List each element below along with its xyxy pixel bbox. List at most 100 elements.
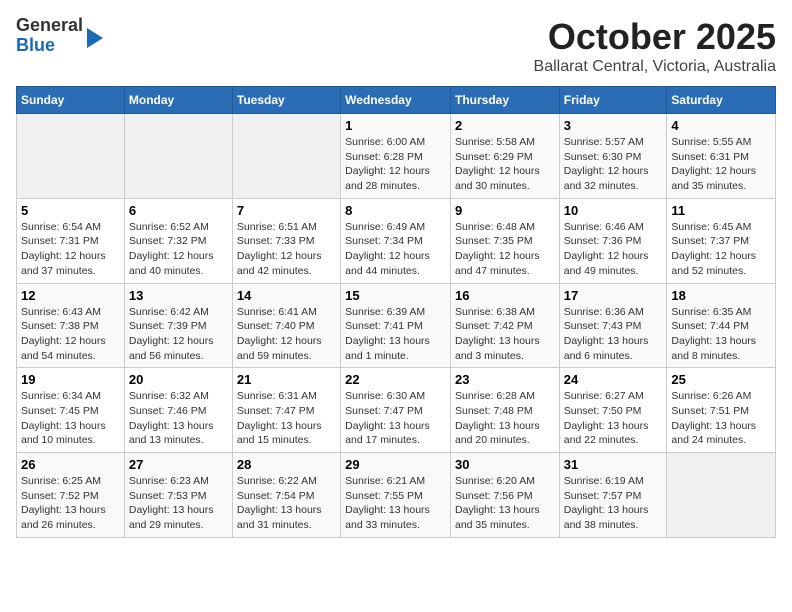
logo-blue: Blue	[16, 36, 83, 56]
calendar-cell: 3Sunrise: 5:57 AMSunset: 6:30 PMDaylight…	[559, 114, 667, 199]
calendar-cell: 19 Sunrise: 6:34 AMSunset: 7:45 PMDayligh…	[17, 368, 125, 453]
calendar-table: SundayMondayTuesdayWednesdayThursdayFrid…	[16, 86, 776, 538]
day-content: Sunrise: 6:39 AMSunset: 7:41 PMDaylight:…	[345, 305, 446, 364]
calendar-cell: 15 Sunrise: 6:39 AMSunset: 7:41 PMDayligh…	[341, 283, 451, 368]
day-number: 27	[129, 457, 228, 472]
calendar-cell: 10 Sunrise: 6:46 AMSunset: 7:36 PMDayligh…	[559, 198, 667, 283]
calendar-title: October 2025	[534, 16, 776, 58]
day-content: Sunrise: 6:32 AMSunset: 7:46 PMDaylight:…	[129, 389, 228, 448]
day-content: Sunrise: 5:57 AMSunset: 6:30 PMDaylight:…	[564, 135, 663, 194]
calendar-cell	[124, 114, 232, 199]
day-number: 15	[345, 288, 446, 303]
day-number: 25	[671, 372, 771, 387]
day-number: 30	[455, 457, 555, 472]
calendar-cell	[17, 114, 125, 199]
header-day-tuesday: Tuesday	[232, 87, 340, 114]
day-content: Sunrise: 6:23 AMSunset: 7:53 PMDaylight:…	[129, 474, 228, 533]
day-number: 24	[564, 372, 663, 387]
day-number: 20	[129, 372, 228, 387]
calendar-cell: 26 Sunrise: 6:25 AMSunset: 7:52 PMDayligh…	[17, 453, 125, 538]
day-number: 17	[564, 288, 663, 303]
day-number: 2	[455, 118, 555, 133]
logo: General Blue	[16, 16, 103, 56]
calendar-cell: 30 Sunrise: 6:20 AMSunset: 7:56 PMDayligh…	[450, 453, 559, 538]
day-number: 28	[237, 457, 336, 472]
day-number: 22	[345, 372, 446, 387]
day-content: Sunrise: 6:52 AMSunset: 7:32 PMDaylight:…	[129, 220, 228, 279]
calendar-cell: 22Sunrise: 6:30 AMSunset: 7:47 PMDayligh…	[341, 368, 451, 453]
day-content: Sunrise: 6:41 AMSunset: 7:40 PMDaylight:…	[237, 305, 336, 364]
day-content: Sunrise: 6:28 AMSunset: 7:48 PMDaylight:…	[455, 389, 555, 448]
header-day-thursday: Thursday	[450, 87, 559, 114]
calendar-cell: 1Sunrise: 6:00 AMSunset: 6:28 PMDaylight…	[341, 114, 451, 199]
calendar-cell: 28 Sunrise: 6:22 AMSunset: 7:54 PMDayligh…	[232, 453, 340, 538]
day-number: 14	[237, 288, 336, 303]
calendar-body: 1Sunrise: 6:00 AMSunset: 6:28 PMDaylight…	[17, 114, 776, 538]
calendar-cell: 24Sunrise: 6:27 AMSunset: 7:50 PMDayligh…	[559, 368, 667, 453]
week-row-3: 12Sunrise: 6:43 AMSunset: 7:38 PMDayligh…	[17, 283, 776, 368]
calendar-cell: 7Sunrise: 6:51 AMSunset: 7:33 PMDaylight…	[232, 198, 340, 283]
calendar-cell: 27 Sunrise: 6:23 AMSunset: 7:53 PMDayligh…	[124, 453, 232, 538]
calendar-subtitle: Ballarat Central, Victoria, Australia	[534, 58, 776, 76]
day-content: Sunrise: 6:49 AMSunset: 7:34 PMDaylight:…	[345, 220, 446, 279]
week-row-4: 19 Sunrise: 6:34 AMSunset: 7:45 PMDayligh…	[17, 368, 776, 453]
day-number: 19	[21, 372, 120, 387]
calendar-cell: 17Sunrise: 6:36 AMSunset: 7:43 PMDayligh…	[559, 283, 667, 368]
day-content: Sunrise: 6:42 AMSunset: 7:39 PMDaylight:…	[129, 305, 228, 364]
day-number: 10	[564, 203, 663, 218]
week-row-2: 5 Sunrise: 6:54 AMSunset: 7:31 PMDaylight…	[17, 198, 776, 283]
day-content: Sunrise: 6:25 AMSunset: 7:52 PMDaylight:…	[21, 474, 120, 533]
day-content: Sunrise: 6:19 AMSunset: 7:57 PMDaylight:…	[564, 474, 663, 533]
calendar-cell	[232, 114, 340, 199]
day-number: 16	[455, 288, 555, 303]
day-content: Sunrise: 6:46 AMSunset: 7:36 PMDaylight:…	[564, 220, 663, 279]
day-content: Sunrise: 6:22 AMSunset: 7:54 PMDaylight:…	[237, 474, 336, 533]
day-content: Sunrise: 6:43 AMSunset: 7:38 PMDaylight:…	[21, 305, 120, 364]
header-day-friday: Friday	[559, 87, 667, 114]
calendar-cell: 9 Sunrise: 6:48 AMSunset: 7:35 PMDaylight…	[450, 198, 559, 283]
day-number: 5	[21, 203, 120, 218]
calendar-cell: 21 Sunrise: 6:31 AMSunset: 7:47 PMDayligh…	[232, 368, 340, 453]
day-number: 31	[564, 457, 663, 472]
header-row: SundayMondayTuesdayWednesdayThursdayFrid…	[17, 87, 776, 114]
day-content: Sunrise: 6:31 AMSunset: 7:47 PMDaylight:…	[237, 389, 336, 448]
header-day-monday: Monday	[124, 87, 232, 114]
header-day-saturday: Saturday	[667, 87, 776, 114]
calendar-cell: 13Sunrise: 6:42 AMSunset: 7:39 PMDayligh…	[124, 283, 232, 368]
day-number: 26	[21, 457, 120, 472]
day-content: Sunrise: 6:51 AMSunset: 7:33 PMDaylight:…	[237, 220, 336, 279]
calendar-cell	[667, 453, 776, 538]
day-number: 1	[345, 118, 446, 133]
calendar-cell: 6 Sunrise: 6:52 AMSunset: 7:32 PMDaylight…	[124, 198, 232, 283]
header-day-sunday: Sunday	[17, 87, 125, 114]
day-content: Sunrise: 6:20 AMSunset: 7:56 PMDaylight:…	[455, 474, 555, 533]
day-number: 11	[671, 203, 771, 218]
calendar-cell: 20 Sunrise: 6:32 AMSunset: 7:46 PMDayligh…	[124, 368, 232, 453]
day-content: Sunrise: 6:26 AMSunset: 7:51 PMDaylight:…	[671, 389, 771, 448]
calendar-cell: 29Sunrise: 6:21 AMSunset: 7:55 PMDayligh…	[341, 453, 451, 538]
calendar-cell: 5 Sunrise: 6:54 AMSunset: 7:31 PMDaylight…	[17, 198, 125, 283]
day-content: Sunrise: 6:34 AMSunset: 7:45 PMDaylight:…	[21, 389, 120, 448]
calendar-cell: 2Sunrise: 5:58 AMSunset: 6:29 PMDaylight…	[450, 114, 559, 199]
logo-text: General Blue	[16, 16, 83, 56]
calendar-cell: 23 Sunrise: 6:28 AMSunset: 7:48 PMDayligh…	[450, 368, 559, 453]
title-block: October 2025 Ballarat Central, Victoria,…	[534, 16, 776, 76]
calendar-cell: 25 Sunrise: 6:26 AMSunset: 7:51 PMDayligh…	[667, 368, 776, 453]
page-header: General Blue October 2025 Ballarat Centr…	[16, 16, 776, 76]
day-content: Sunrise: 6:54 AMSunset: 7:31 PMDaylight:…	[21, 220, 120, 279]
day-content: Sunrise: 6:38 AMSunset: 7:42 PMDaylight:…	[455, 305, 555, 364]
day-number: 23	[455, 372, 555, 387]
logo-general: General	[16, 16, 83, 36]
header-day-wednesday: Wednesday	[341, 87, 451, 114]
calendar-cell: 4Sunrise: 5:55 AMSunset: 6:31 PMDaylight…	[667, 114, 776, 199]
week-row-1: 1Sunrise: 6:00 AMSunset: 6:28 PMDaylight…	[17, 114, 776, 199]
day-number: 6	[129, 203, 228, 218]
day-number: 9	[455, 203, 555, 218]
calendar-cell: 31 Sunrise: 6:19 AMSunset: 7:57 PMDayligh…	[559, 453, 667, 538]
calendar-cell: 18Sunrise: 6:35 AMSunset: 7:44 PMDayligh…	[667, 283, 776, 368]
day-number: 8	[345, 203, 446, 218]
day-number: 21	[237, 372, 336, 387]
logo-arrow-icon	[87, 28, 103, 48]
calendar-header: SundayMondayTuesdayWednesdayThursdayFrid…	[17, 87, 776, 114]
day-content: Sunrise: 6:48 AMSunset: 7:35 PMDaylight:…	[455, 220, 555, 279]
